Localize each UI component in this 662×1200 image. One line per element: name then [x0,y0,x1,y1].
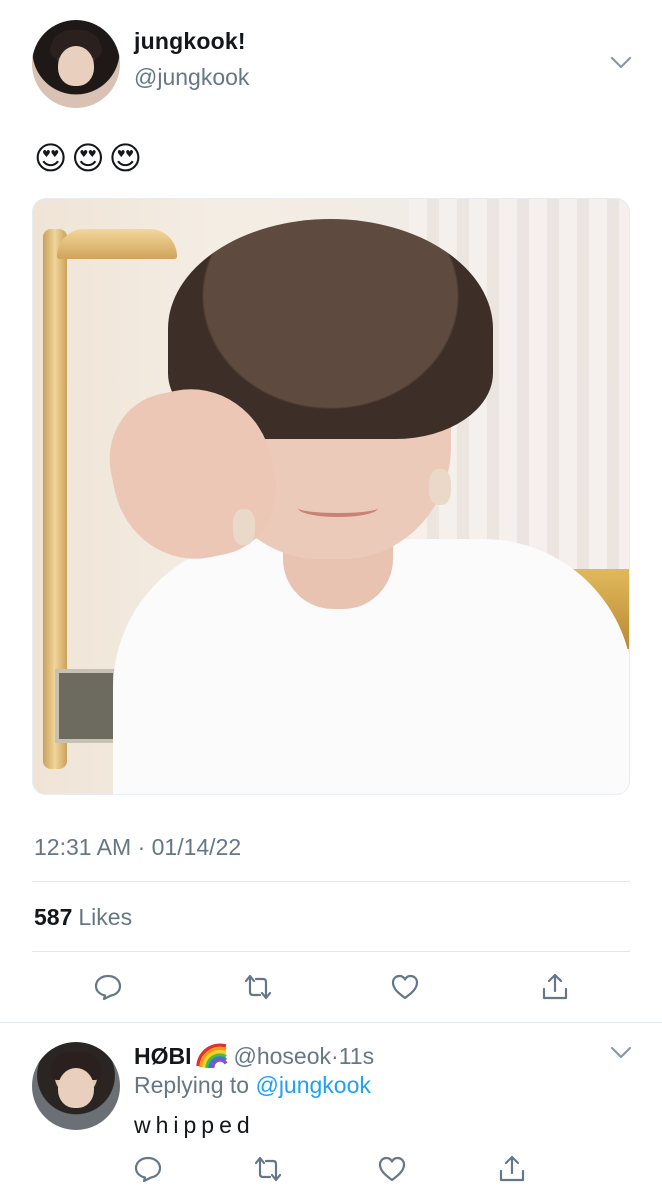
share-icon [499,1155,525,1182]
chevron-down-icon[interactable] [610,56,632,70]
divider [32,881,630,882]
reply-header: HØBI @hoseok·11s [134,1040,374,1070]
author-handle[interactable]: @jungkook [134,64,249,91]
author-display-name[interactable]: jungkook! [134,28,246,55]
retweet-icon [254,1156,282,1182]
author-avatar[interactable] [32,20,120,108]
reply-display-name[interactable]: HØBI [134,1043,192,1069]
reply-text: whipped [134,1112,255,1138]
share-icon [542,973,568,1000]
replying-prefix: Replying to [134,1072,250,1098]
retweet-button[interactable] [236,965,280,1009]
retweet-icon [244,974,272,1000]
reply-share-button[interactable] [490,1147,534,1191]
heart-icon [391,974,419,1000]
tweet-timestamp[interactable]: 12:31 AM · 01/14/22 [34,834,241,861]
replying-to: Replying to @jungkook [134,1072,371,1099]
main-tweet: jungkook! @jungkook 😍😍😍 12:31 AM · 01/14… [0,0,662,1022]
chevron-down-icon[interactable] [610,1046,632,1060]
share-button[interactable] [533,965,577,1009]
earring-left [233,509,255,545]
reply-reply-button[interactable] [126,1147,170,1191]
reply-icon [134,1156,162,1183]
likes-label: Likes [78,904,133,930]
reply-author-avatar[interactable] [32,1042,120,1130]
earring-right [429,469,451,505]
lamp-shade [57,229,177,259]
tweet-separator [0,1022,662,1023]
avatar-face [58,46,94,86]
divider [32,951,630,952]
reply-time[interactable]: 11s [339,1043,374,1069]
reply-retweet-button[interactable] [246,1147,290,1191]
likes-number: 587 [34,904,73,930]
tweet-image[interactable] [32,198,630,795]
reply-separator: · [331,1043,339,1069]
like-button[interactable] [383,965,427,1009]
wall-picture [55,669,117,743]
replying-mention[interactable]: @jungkook [255,1072,370,1098]
tweet-text: 😍😍😍 [34,140,147,176]
likes-count[interactable]: 587 Likes [34,904,132,931]
smile [298,499,378,517]
reply-like-button[interactable] [370,1147,414,1191]
avatar-face [58,1068,94,1108]
rainbow-emoji [195,1043,227,1068]
reply-icon [94,974,122,1001]
reply-handle[interactable]: @hoseok [234,1043,332,1069]
reply-button[interactable] [86,965,130,1009]
heart-icon [378,1156,406,1182]
